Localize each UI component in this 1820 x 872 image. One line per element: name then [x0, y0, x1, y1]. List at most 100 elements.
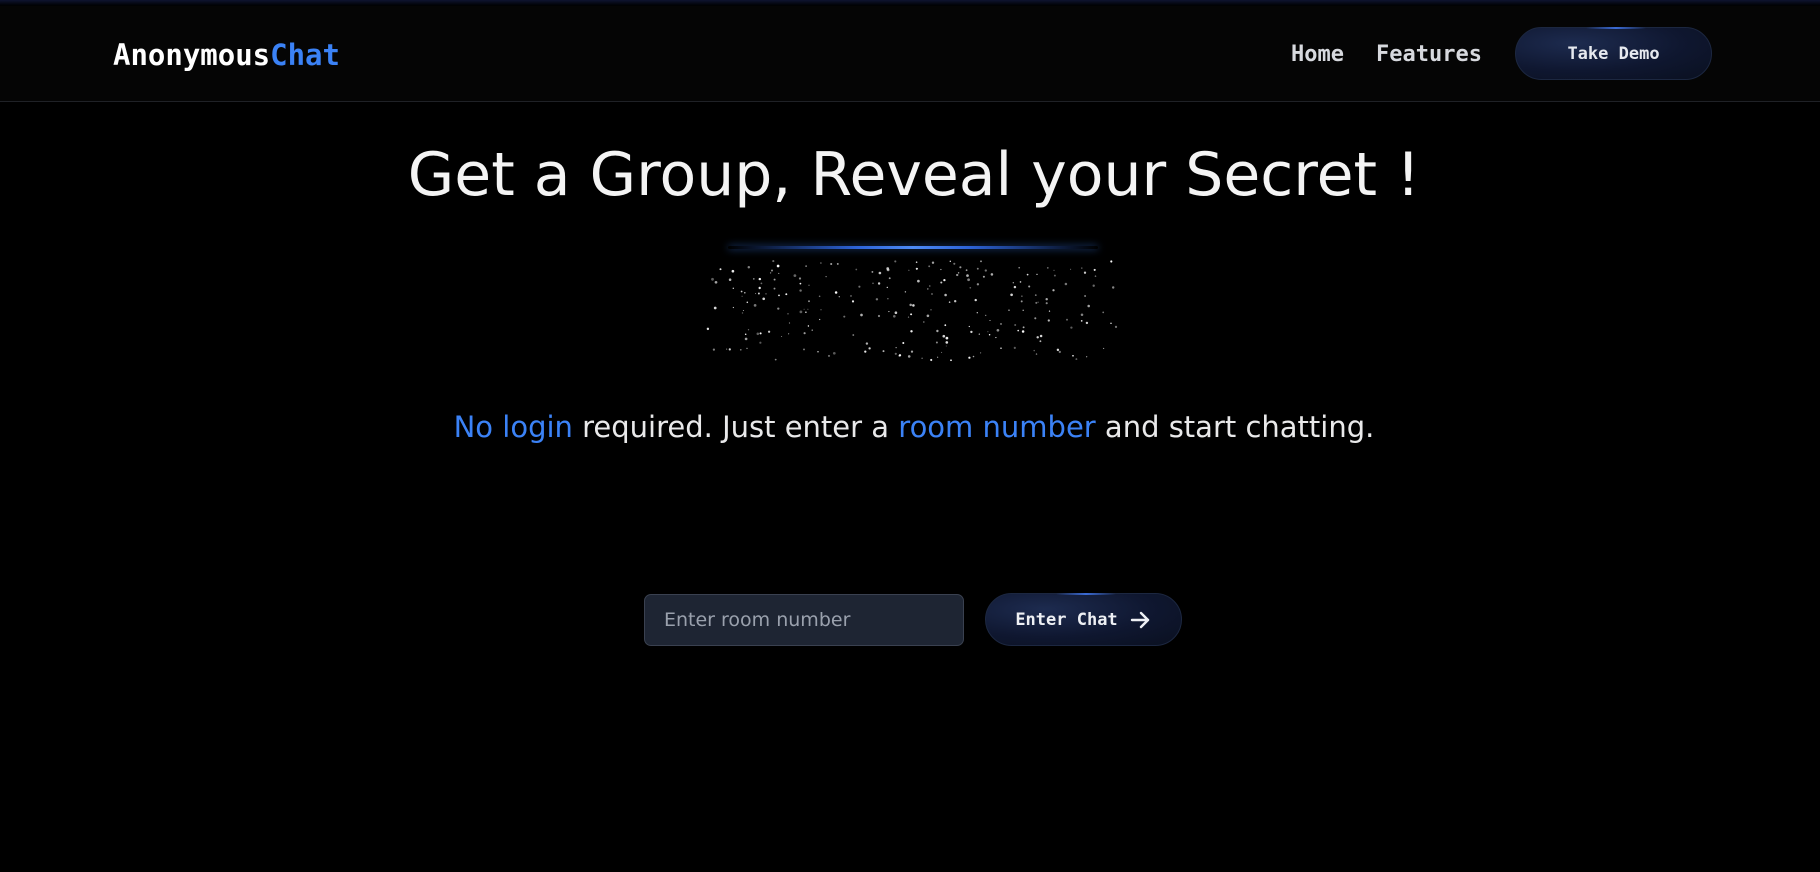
sparkle-dot	[990, 273, 994, 276]
sparkle-dot	[912, 304, 915, 307]
sparkle-dot	[855, 268, 858, 271]
sparkle-dot	[888, 311, 890, 313]
sparkle-dot	[1110, 322, 1112, 325]
sparkle-dot	[1048, 310, 1051, 312]
sparkle-dot	[917, 279, 920, 283]
sparkle-dot	[902, 341, 905, 345]
sparkle-dot	[1019, 281, 1022, 283]
sparkle-dot	[940, 281, 943, 284]
sparkle-dot	[805, 311, 807, 313]
sparkle-dot	[1045, 297, 1048, 301]
sparkle-dot	[1052, 289, 1055, 292]
sparkle-dot	[928, 265, 931, 268]
sparkle-dot	[793, 274, 797, 277]
sparkle-dot	[922, 321, 925, 323]
sparkle-dot	[843, 315, 846, 318]
sparkle-dot	[732, 306, 735, 309]
sparkle-dot	[944, 324, 947, 327]
sparkle-dot	[799, 289, 802, 292]
sparkle-dot	[757, 292, 760, 295]
sparkle-dot	[747, 329, 750, 331]
sparkle-dot	[820, 262, 822, 264]
sparkle-dot	[774, 358, 777, 361]
sparkle-dot	[758, 286, 761, 290]
sparkle-dot	[1075, 358, 1078, 361]
sparkle-dot	[937, 356, 939, 358]
sparkle-dot	[953, 262, 956, 265]
sparkle-dot	[773, 278, 776, 281]
sparkle-dot	[910, 350, 914, 353]
sparkle-dot	[1072, 354, 1074, 357]
sparkle-dot	[930, 309, 932, 311]
sparkle-dot	[719, 268, 722, 271]
sparkle-dot	[811, 329, 813, 331]
sparkle-dot	[868, 347, 871, 350]
sparkle-dot	[916, 268, 918, 270]
sparkle-dot	[744, 333, 747, 335]
brand-logo[interactable]: AnonymousChat	[113, 38, 340, 72]
sparkle-dot	[852, 334, 855, 336]
sparkle-dot	[904, 291, 907, 293]
sparkle-dot	[798, 277, 802, 280]
glow-divider	[728, 246, 1098, 249]
sparkle-dot	[759, 332, 762, 335]
sparkle-dot	[807, 308, 809, 310]
sparkle-dot	[935, 341, 938, 344]
sparkle-dot	[1080, 320, 1083, 322]
sparkle-dot	[772, 260, 775, 263]
nav-link-features[interactable]: Features	[1376, 42, 1482, 67]
sparkle-dot	[1000, 347, 1002, 350]
sparkle-dot	[712, 348, 715, 351]
sparkle-dot	[886, 267, 890, 270]
sparkle-dot	[1094, 275, 1097, 277]
enter-chat-button[interactable]: Enter Chat	[985, 593, 1182, 646]
sparkle-dot	[1047, 319, 1050, 322]
sparkle-dot	[777, 307, 780, 310]
sparkle-dot	[836, 262, 839, 265]
sparkle-dot	[878, 271, 882, 275]
take-demo-button[interactable]: Take Demo	[1515, 27, 1712, 80]
sparkle-dot	[851, 300, 855, 303]
sparkle-dot	[931, 261, 935, 264]
subtitle-text-2: and start chatting.	[1095, 410, 1375, 444]
sparkle-dot	[1056, 348, 1060, 352]
sparkle-dot	[894, 352, 897, 355]
arrow-right-icon	[1128, 608, 1152, 632]
sparkle-dot	[820, 309, 822, 311]
sparkle-dot	[1033, 349, 1035, 352]
sparkle-dot	[931, 293, 933, 295]
sparkle-dot	[944, 293, 947, 297]
sparkle-dot	[1020, 300, 1023, 303]
sparkle-dot	[864, 350, 867, 353]
sparkle-dot	[1017, 329, 1020, 332]
sparkle-dot	[1022, 326, 1025, 329]
sparkle-dot	[871, 270, 874, 273]
brand-name-main: Anonymous	[113, 38, 271, 72]
sparkle-dot	[752, 278, 755, 280]
sparkle-dot	[742, 309, 744, 312]
sparkle-dot	[1053, 274, 1056, 277]
sparkle-dot	[989, 319, 991, 322]
sparkle-dot	[945, 345, 947, 347]
sparkle-dot	[758, 277, 762, 281]
sparkle-dot	[834, 291, 838, 294]
sparkle-dot	[910, 313, 913, 316]
sparkle-dot	[1085, 321, 1089, 325]
sparkle-dot	[1053, 269, 1055, 272]
sparkle-dot	[1014, 324, 1017, 326]
hero-subtitle: No login required. Just enter a room num…	[0, 410, 1820, 444]
sparkle-dot	[787, 313, 789, 315]
sparkle-dot	[921, 357, 923, 359]
sparkle-dot	[1070, 326, 1073, 329]
sparkle-dot	[726, 348, 728, 350]
sparkle-dot	[886, 286, 889, 289]
sparkle-dot	[888, 277, 891, 280]
sparkle-dot	[976, 267, 979, 270]
room-number-input[interactable]	[644, 594, 964, 646]
sparkle-dot	[858, 285, 861, 288]
sparkle-dot	[1092, 284, 1095, 287]
nav-link-home[interactable]: Home	[1291, 42, 1344, 67]
sparkle-dot	[1039, 340, 1042, 343]
sparkle-dot	[970, 330, 973, 334]
sparkle-dot	[825, 275, 827, 278]
